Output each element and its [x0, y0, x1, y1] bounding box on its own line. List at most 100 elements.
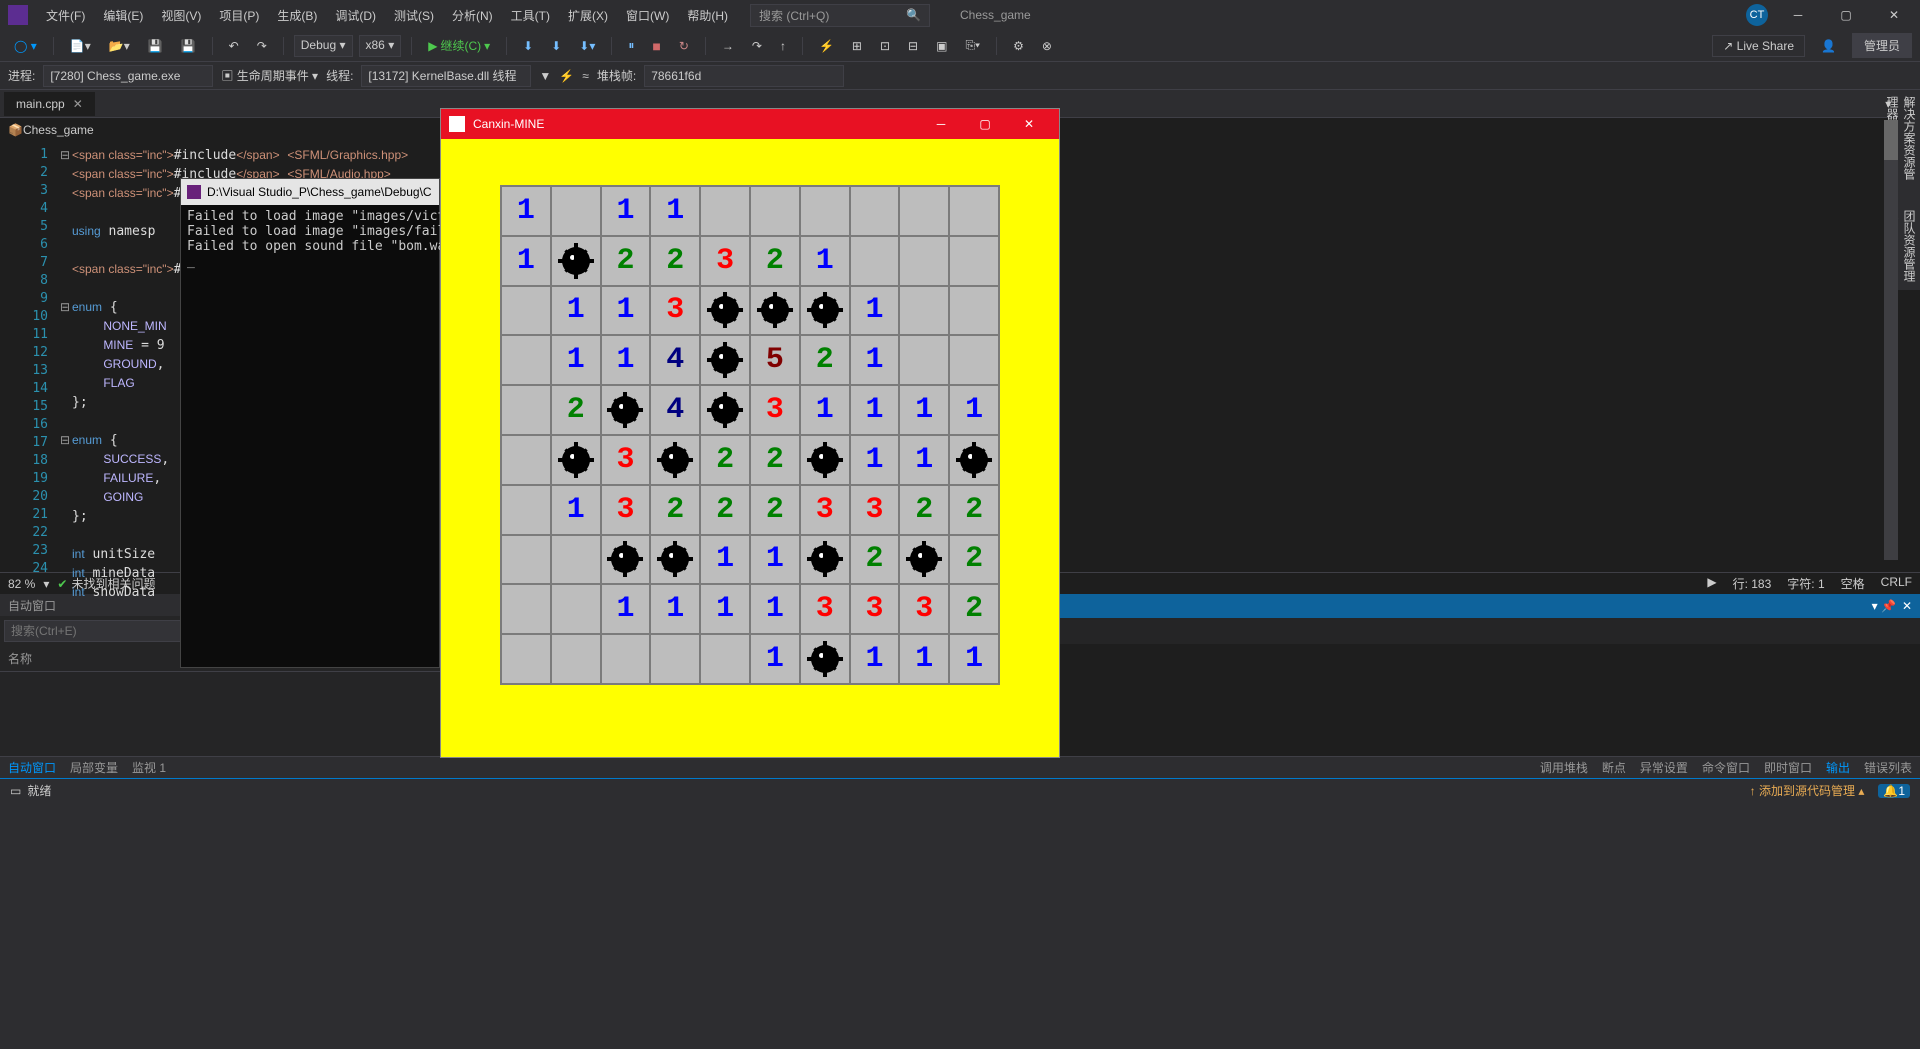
thread-select[interactable]: [13172] KernelBase.dll 线程 — [361, 65, 531, 87]
console-body[interactable]: Failed to load image "images/vict Failed… — [181, 205, 439, 273]
mine-cell[interactable]: 3 — [602, 486, 650, 534]
mine-cell[interactable] — [950, 237, 998, 285]
new-file-button[interactable]: 📄▾ — [64, 36, 97, 56]
indent-mode[interactable]: 空格 — [1841, 575, 1865, 592]
tool-btn-5[interactable]: ▣ — [930, 36, 953, 56]
scrollbar-thumb[interactable] — [1884, 120, 1898, 160]
stack-icon[interactable]: ≈ — [582, 69, 589, 83]
stop-button[interactable]: ■ — [646, 35, 666, 57]
tool-btn-6[interactable]: ⎘▾ — [959, 35, 986, 56]
mine-cell[interactable] — [552, 237, 600, 285]
mine-cell[interactable]: 2 — [751, 436, 799, 484]
liveshare-button[interactable]: ↗ Live Share — [1712, 35, 1805, 57]
mine-cell[interactable]: 3 — [851, 585, 899, 633]
mine-cell[interactable]: 1 — [851, 635, 899, 683]
mine-cell[interactable]: 4 — [651, 336, 699, 384]
save-all-button[interactable]: 💾 — [175, 36, 202, 56]
menu-analyze[interactable]: 分析(N) — [444, 3, 501, 28]
mine-cell[interactable] — [851, 187, 899, 235]
mine-cell[interactable]: 2 — [950, 486, 998, 534]
nav-back-button[interactable]: ◯ ▾ — [8, 36, 43, 56]
mine-cell[interactable] — [701, 287, 749, 335]
mine-titlebar[interactable]: Canxin-MINE ─ ▢ ✕ — [441, 109, 1059, 139]
mine-cell[interactable]: 2 — [602, 237, 650, 285]
mine-cell[interactable] — [651, 635, 699, 683]
platform-select[interactable]: x86 ▾ — [359, 35, 402, 57]
mine-cell[interactable]: 1 — [552, 486, 600, 534]
mine-cell[interactable]: 2 — [801, 336, 849, 384]
stack-select[interactable]: 78661f6d — [644, 65, 844, 87]
mine-cell[interactable]: 1 — [751, 536, 799, 584]
mine-cell[interactable] — [801, 187, 849, 235]
mine-cell[interactable]: 1 — [851, 287, 899, 335]
mine-cell[interactable]: 1 — [900, 635, 948, 683]
close-button[interactable]: ✕ — [1876, 3, 1912, 27]
mine-cell[interactable]: 1 — [502, 187, 550, 235]
mine-cell[interactable] — [701, 635, 749, 683]
mine-cell[interactable]: 1 — [900, 436, 948, 484]
menu-view[interactable]: 视图(V) — [153, 3, 209, 28]
right-side-panels[interactable]: 解决方案资源管理器 团队资源管理器 — [1898, 90, 1920, 290]
mine-cell[interactable]: 1 — [502, 237, 550, 285]
mine-cell[interactable]: 1 — [751, 635, 799, 683]
tab-main-cpp[interactable]: main.cpp✕ — [4, 92, 95, 116]
tool-btn-2[interactable]: ⊞ — [846, 36, 868, 56]
mine-cell[interactable] — [851, 237, 899, 285]
mine-cell[interactable] — [552, 585, 600, 633]
mine-cell[interactable] — [950, 287, 998, 335]
user-avatar[interactable]: CT — [1746, 4, 1768, 26]
menu-window[interactable]: 窗口(W) — [618, 3, 677, 28]
mine-cell[interactable]: 1 — [602, 585, 650, 633]
menu-debug[interactable]: 调试(D) — [327, 3, 384, 28]
mine-cell[interactable] — [651, 536, 699, 584]
mine-cell[interactable]: 2 — [851, 536, 899, 584]
config-select[interactable]: Debug ▾ — [294, 35, 353, 57]
tool-btn-4[interactable]: ⊟ — [902, 36, 924, 56]
mine-cell[interactable]: 2 — [950, 536, 998, 584]
mine-cell[interactable] — [502, 336, 550, 384]
open-button[interactable]: 📂▾ — [103, 36, 136, 56]
menu-help[interactable]: 帮助(H) — [679, 3, 736, 28]
mine-cell[interactable] — [502, 386, 550, 434]
mine-maximize-button[interactable]: ▢ — [963, 109, 1007, 139]
mine-cell[interactable] — [651, 436, 699, 484]
mine-cell[interactable]: 1 — [801, 386, 849, 434]
menu-tools[interactable]: 工具(T) — [503, 3, 558, 28]
mine-cell[interactable]: 2 — [701, 436, 749, 484]
mine-cell[interactable]: 1 — [950, 635, 998, 683]
editor-scrollbar[interactable] — [1884, 120, 1898, 560]
solution-explorer-tab[interactable]: 解决方案资源管理器 — [1900, 96, 1918, 192]
mine-cell[interactable]: 3 — [602, 436, 650, 484]
mine-cell[interactable]: 2 — [651, 486, 699, 534]
mine-cell[interactable] — [502, 287, 550, 335]
bottom-tab-command[interactable]: 命令窗口 — [1702, 759, 1750, 776]
mine-cell[interactable]: 3 — [900, 585, 948, 633]
mine-cell[interactable] — [602, 536, 650, 584]
mine-cell[interactable] — [701, 187, 749, 235]
mine-cell[interactable]: 2 — [751, 237, 799, 285]
mine-cell[interactable]: 1 — [851, 386, 899, 434]
mine-cell[interactable]: 1 — [801, 237, 849, 285]
step-over-button[interactable]: ↷ — [746, 36, 768, 56]
continue-button[interactable]: ▶ 继续(C) ▾ — [422, 34, 496, 57]
tab-close-icon[interactable]: ✕ — [73, 97, 83, 111]
tool-btn-1[interactable]: ⚡ — [813, 36, 840, 56]
add-source-control[interactable]: ↑ 添加到源代码管理 ▴ — [1750, 782, 1865, 799]
step-out-button[interactable]: ↑ — [774, 36, 792, 56]
mine-cell[interactable] — [801, 436, 849, 484]
console-titlebar[interactable]: D:\Visual Studio_P\Chess_game\Debug\C — [181, 179, 439, 205]
mine-cell[interactable] — [552, 187, 600, 235]
mine-cell[interactable]: 4 — [651, 386, 699, 434]
mine-minimize-button[interactable]: ─ — [919, 109, 963, 139]
mine-cell[interactable] — [900, 336, 948, 384]
mine-cell[interactable]: 1 — [701, 536, 749, 584]
mine-cell[interactable]: 1 — [900, 386, 948, 434]
project-name[interactable]: Chess_game — [952, 4, 1039, 26]
mine-cell[interactable] — [502, 436, 550, 484]
mine-cell[interactable] — [900, 536, 948, 584]
mine-cell[interactable]: 3 — [701, 237, 749, 285]
save-button[interactable]: 💾 — [142, 36, 169, 56]
output-close-icon[interactable]: ✕ — [1902, 599, 1912, 613]
scroll-icon[interactable]: ▶ — [1707, 575, 1716, 592]
pause-button[interactable]: ⏸ — [622, 35, 640, 56]
